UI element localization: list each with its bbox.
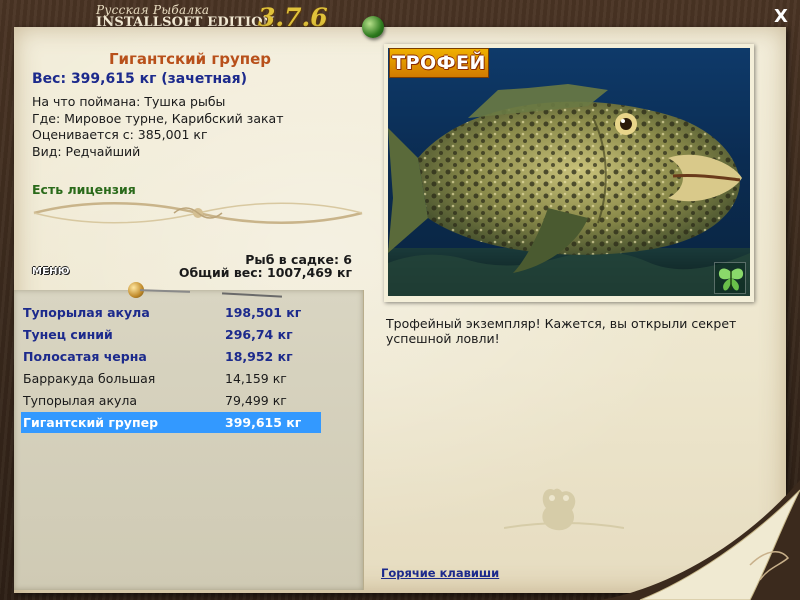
catch-fish-name: Полосатая черна bbox=[23, 349, 147, 364]
detail-bait: На что поймана: Тушка рыбы bbox=[32, 94, 226, 109]
menu-button[interactable]: МЕНЮ bbox=[32, 266, 78, 280]
catch-fish-weight: 198,501 кг bbox=[225, 305, 302, 320]
catch-list-item[interactable]: Гигантский групер 399,615 кг bbox=[21, 412, 321, 433]
trophy-badge: ТРОФЕЙ bbox=[389, 48, 489, 78]
trophy-description: Трофейный экземпляр! Кажется, вы открыли… bbox=[386, 316, 737, 346]
close-button[interactable]: X bbox=[770, 6, 792, 28]
catch-list-item[interactable]: Полосатая черна 18,952 кг bbox=[21, 346, 321, 367]
fish-title: Гигантский групер bbox=[108, 50, 272, 68]
catch-fish-weight: 296,74 кг bbox=[225, 327, 293, 342]
fish-photo bbox=[388, 48, 750, 296]
green-pin-icon bbox=[362, 16, 384, 38]
catch-fish-name: Гигантский групер bbox=[23, 415, 159, 430]
butterfly-icon bbox=[718, 268, 744, 291]
detail-species: Вид: Редчайший bbox=[32, 143, 141, 159]
ornament-divider-icon bbox=[33, 202, 363, 224]
catch-fish-weight: 399,615 кг bbox=[225, 415, 302, 430]
license-status: Есть лицензия bbox=[32, 182, 136, 197]
catch-fish-name: Барракуда большая bbox=[23, 371, 156, 386]
detail-location: Где: Мировое турне, Карибский закат bbox=[32, 110, 284, 126]
page-curl-icon bbox=[600, 480, 800, 600]
catch-list-item[interactable]: Тунец синий 296,74 кг bbox=[21, 324, 321, 345]
grouper-fish-image bbox=[388, 84, 750, 296]
catch-list-item[interactable]: Барракуда большая 14,159 кг bbox=[21, 368, 321, 389]
fish-weight: Вес: 399,615 кг (зачетная) bbox=[32, 71, 247, 87]
fish-details: На что поймана: Тушка рыбы Где: Мировое … bbox=[32, 94, 283, 160]
catch-fish-name: Тунец синий bbox=[23, 327, 113, 342]
catch-fish-weight: 18,952 кг bbox=[225, 349, 293, 364]
catch-list-item[interactable]: Тупорылая акула 79,499 кг bbox=[21, 390, 321, 411]
detail-rated-from: Оценивается с: 385,001 кг bbox=[32, 127, 208, 142]
catch-fish-name: Тупорылая акула bbox=[23, 393, 138, 408]
catch-fish-weight: 14,159 кг bbox=[225, 371, 287, 386]
catch-fish-name: Тупорылая акула bbox=[23, 305, 150, 320]
catch-list-item[interactable]: Тупорылая акула 198,501 кг bbox=[21, 302, 321, 323]
butterfly-button[interactable] bbox=[714, 262, 746, 294]
catch-fish-weight: 79,499 кг bbox=[225, 393, 287, 408]
total-weight: Общий вес: 1007,469 кг bbox=[178, 265, 352, 280]
hotkeys-link[interactable]: Горячие клавиши bbox=[381, 566, 499, 580]
